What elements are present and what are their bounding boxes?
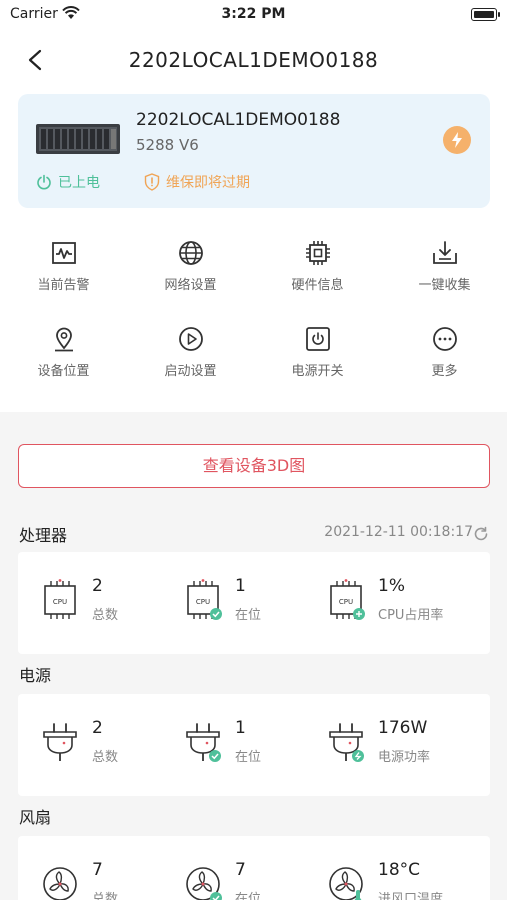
page-title: 2202LOCAL1DEMO0188 (128, 48, 379, 72)
nav-bar: 2202LOCAL1DEMO0188 (0, 40, 507, 80)
server-image (36, 124, 120, 154)
warranty-status: 维保即将过期 (144, 172, 250, 192)
power-status: 已上电 (36, 172, 100, 192)
stat-value: 176W (378, 718, 428, 738)
action-alarm[interactable]: 当前告警 (0, 232, 127, 302)
stat-value: 2 (92, 718, 103, 738)
stat-label: CPU占用率 (378, 608, 444, 623)
processor-panel: CPU 2 总数 CPU 1 在位 CPU 1% CPU占用率 (18, 552, 490, 654)
lightning-icon[interactable] (443, 126, 471, 154)
header-area: Carrier 3:22 PM 2202LOCAL1DEMO0188 2202L… (0, 0, 507, 412)
power-on-icon (37, 174, 51, 190)
action-more[interactable]: 更多 (381, 318, 507, 388)
fan-thermometer-icon (329, 867, 363, 900)
action-network[interactable]: 网络设置 (127, 232, 254, 302)
fan-section-title: 风扇 (19, 808, 52, 827)
action-hardware[interactable]: 硬件信息 (254, 232, 381, 302)
action-power-switch[interactable]: 电源开关 (254, 318, 381, 388)
globe-icon (178, 241, 203, 265)
stat-value: 1% (378, 576, 405, 596)
device-model: 5288 V6 (136, 136, 199, 154)
plug-power-icon (329, 723, 364, 762)
stat-label: 在位 (235, 750, 262, 765)
power-section-title: 电源 (19, 666, 52, 685)
processor-section-title: 处理器 (19, 526, 68, 545)
svg-text:CPU: CPU (196, 598, 210, 606)
status-bar: Carrier 3:22 PM (0, 4, 507, 26)
stat-label: 总数 (92, 608, 119, 623)
stat-value: 2 (92, 576, 103, 596)
stat-value: 18°C (378, 860, 421, 880)
stat-label: 总数 (92, 750, 119, 765)
action-label: 当前告警 (37, 278, 90, 293)
action-label: 一键收集 (418, 278, 471, 293)
action-label: 网络设置 (164, 278, 217, 293)
action-label: 设备位置 (37, 364, 90, 379)
action-label: 硬件信息 (291, 278, 344, 293)
power-icon (305, 327, 330, 351)
play-icon (178, 327, 203, 351)
location-icon (54, 327, 73, 352)
power-panel: 2 总数 1 在位 176W 电源功率 (18, 694, 490, 796)
fan-panel: 7 总数 7 在位 18°C 进风口温度 (18, 836, 490, 900)
svg-text:CPU: CPU (339, 598, 353, 606)
action-label: 更多 (431, 364, 458, 379)
view-3d-button[interactable]: 查看设备3D图 (18, 444, 490, 488)
device-card[interactable]: 2202LOCAL1DEMO0188 5288 V6 已上电 维保即将过期 (18, 94, 490, 208)
stat-value: 7 (235, 860, 246, 880)
svg-text:CPU: CPU (53, 598, 67, 606)
stat-value: 7 (92, 860, 103, 880)
chip-icon (305, 241, 330, 265)
action-boot[interactable]: 启动设置 (127, 318, 254, 388)
action-label: 电源开关 (291, 364, 344, 379)
processor-timestamp: 2021-12-11 00:18:17 (324, 524, 473, 540)
download-icon (432, 241, 457, 264)
fan-check-icon (186, 867, 222, 900)
clock: 3:22 PM (221, 6, 286, 22)
stat-label: 总数 (92, 892, 119, 900)
cpu-usage-icon: CPU (330, 579, 365, 620)
stat-label: 在位 (235, 892, 262, 900)
device-name: 2202LOCAL1DEMO0188 (136, 110, 341, 130)
plug-check-icon (186, 723, 221, 762)
stat-value: 1 (235, 576, 246, 596)
power-status-label: 已上电 (58, 175, 100, 191)
plug-icon (43, 723, 77, 761)
fan-icon (43, 867, 77, 900)
battery-icon (471, 8, 500, 21)
action-location[interactable]: 设备位置 (0, 318, 127, 388)
action-collect[interactable]: 一键收集 (381, 232, 507, 302)
stat-label: 在位 (235, 608, 262, 623)
warranty-status-label: 维保即将过期 (166, 175, 250, 191)
stat-label: 电源功率 (378, 750, 431, 765)
stat-value: 1 (235, 718, 246, 738)
action-label: 启动设置 (164, 364, 217, 379)
cpu-icon: CPU (44, 579, 76, 619)
cpu-check-icon: CPU (187, 579, 222, 620)
refresh-icon[interactable] (473, 526, 489, 542)
stat-label: 进风口温度 (378, 892, 444, 900)
more-icon (432, 327, 457, 351)
shield-warning-icon (144, 173, 160, 191)
alarm-icon (51, 242, 76, 264)
